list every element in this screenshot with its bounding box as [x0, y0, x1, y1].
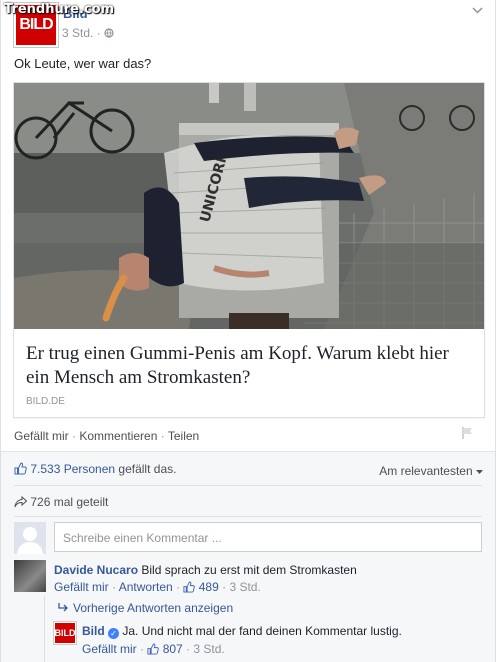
- post-text: Ok Leute, wer war das?: [14, 56, 152, 71]
- previous-replies-label[interactable]: Vorherige Antworten anzeigen: [73, 601, 233, 615]
- post-card: Trendhure.com BILD Bild 3 Std. · Ok Leut…: [0, 0, 496, 662]
- caret-down-icon: [476, 470, 483, 474]
- link-domain: BILD.DE: [26, 396, 65, 407]
- link-preview[interactable]: UNICORN Er trug einen Gummi-Penis am Kop…: [13, 82, 485, 418]
- share-arrow-icon: [14, 496, 27, 508]
- post-actions: Gefällt mir · Kommentieren · Teilen: [14, 429, 199, 443]
- reply-like-count[interactable]: 807: [163, 642, 183, 656]
- commenter-avatar[interactable]: [14, 560, 46, 592]
- post-options-chevron-icon[interactable]: [472, 6, 483, 17]
- comment-text: Bild sprach zu erst mit dem Stromkasten: [138, 563, 357, 577]
- feedback-section: 7.533 Personen gefällt das. Am relevante…: [1, 451, 495, 662]
- globe-icon: [104, 28, 114, 38]
- page-logo-text: BILD: [19, 16, 53, 33]
- comment-meta: Gefällt mir · Antworten · 489 · 3 Std.: [54, 580, 261, 594]
- link-headline[interactable]: Er trug einen Gummi-Penis am Kopf. Warum…: [26, 342, 471, 390]
- thumbs-up-icon: [147, 643, 160, 655]
- reply-like-link[interactable]: Gefällt mir: [82, 642, 137, 656]
- divider: [14, 485, 482, 486]
- like-action[interactable]: Gefällt mir: [14, 429, 69, 443]
- reply-meta: Gefällt mir · 807 · 3 Std.: [82, 642, 225, 656]
- comment-action[interactable]: Kommentieren: [79, 429, 157, 443]
- likes-count[interactable]: 7.533 Personen: [30, 462, 115, 476]
- thumbs-up-icon: [183, 581, 196, 593]
- link-preview-image[interactable]: UNICORN: [14, 83, 484, 329]
- reply-arrow-icon: [58, 603, 68, 612]
- reply-text: Ja. Und nicht mal der fand deinen Kommen…: [119, 624, 402, 638]
- comment-like-count[interactable]: 489: [199, 580, 219, 594]
- divider: [14, 516, 482, 517]
- comment: Davide Nucaro Bild sprach zu erst mit de…: [54, 563, 357, 577]
- share-action[interactable]: Teilen: [168, 429, 199, 443]
- likes-summary[interactable]: 7.533 Personen gefällt das.: [14, 462, 176, 476]
- shares-summary[interactable]: 726 mal geteilt: [14, 495, 108, 509]
- user-avatar: [14, 522, 46, 554]
- comment-reply-link[interactable]: Antworten: [119, 580, 173, 594]
- thumbs-up-icon: [14, 462, 27, 475]
- reply-time[interactable]: 3 Std.: [193, 642, 224, 656]
- action-separator: ·: [68, 429, 80, 443]
- action-separator: ·: [157, 429, 168, 443]
- flag-icon[interactable]: [461, 426, 475, 443]
- comment-sort-dropdown[interactable]: Am relevantesten: [379, 464, 483, 478]
- post-timestamp[interactable]: 3 Std. ·: [62, 26, 114, 40]
- verified-badge-icon: ✓: [108, 628, 120, 639]
- comment-input[interactable]: Schreibe einen Kommentar ...: [54, 522, 482, 552]
- reply-comment: Bild ✓ Ja. Und nicht mal der fand deinen…: [82, 624, 402, 639]
- watermark: Trendhure.com: [4, 2, 115, 17]
- likes-suffix: gefällt das.: [115, 462, 177, 476]
- shares-count[interactable]: 726 mal geteilt: [30, 495, 108, 509]
- reply-author[interactable]: Bild: [82, 624, 105, 638]
- reply-avatar[interactable]: BILD: [54, 622, 76, 644]
- comment-author[interactable]: Davide Nucaro: [54, 563, 138, 577]
- post-time[interactable]: 3 Std. ·: [62, 26, 101, 40]
- reply-logo-text: BILD: [54, 628, 76, 638]
- previous-replies-link[interactable]: Vorherige Antworten anzeigen: [58, 601, 233, 615]
- reply-thread-line: [44, 596, 45, 662]
- comment-time[interactable]: 3 Std.: [229, 580, 260, 594]
- comment-like-link[interactable]: Gefällt mir: [54, 580, 109, 594]
- sort-label[interactable]: Am relevantesten: [379, 464, 472, 478]
